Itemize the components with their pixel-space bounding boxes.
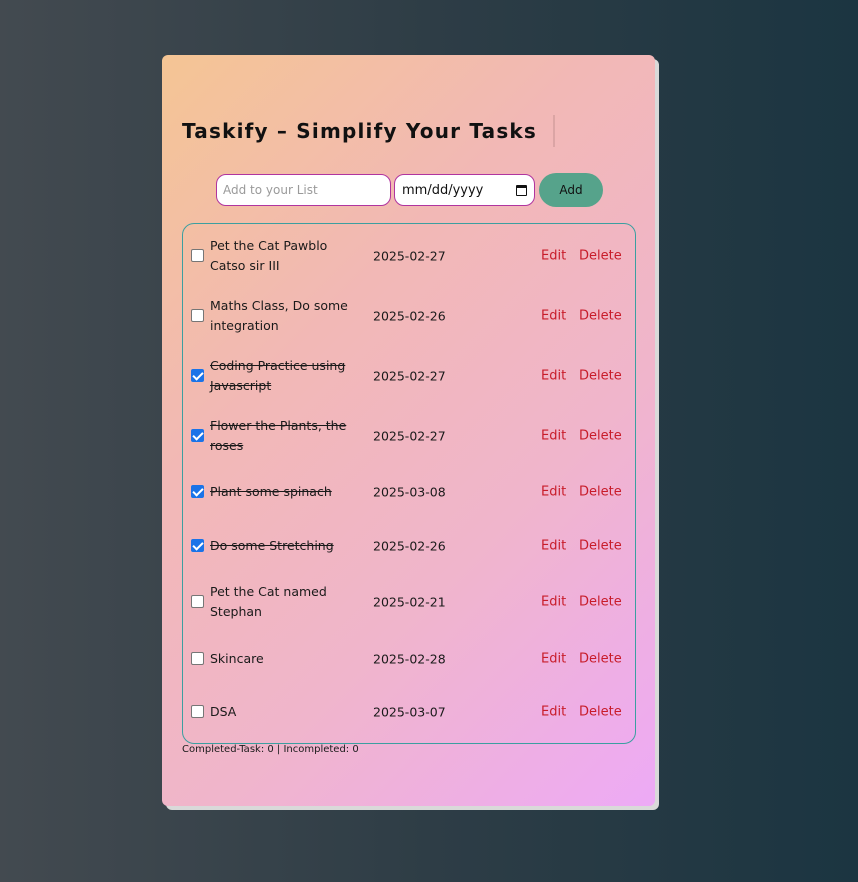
task-date: 2025-02-26 [373,308,446,324]
task-date: 2025-02-27 [373,428,446,444]
task-list: Pet the Cat Pawblo Catso sir III 2025-02… [182,223,636,744]
delete-button[interactable]: Delete [579,652,622,667]
taskify-card: Taskify – Simplify Your Tasks mm/dd/yyyy… [162,55,655,806]
task-text: Do some Stretching [210,538,334,553]
task-row: Pet the Cat Pawblo Catso sir III 2025-02… [183,236,635,276]
task-date: 2025-02-28 [373,651,446,667]
title-divider [553,115,556,147]
task-checkbox[interactable] [191,705,204,718]
edit-button[interactable]: Edit [541,595,566,610]
delete-button[interactable]: Delete [579,539,622,554]
task-row: Do some Stretching 2025-02-26 Edit Delet… [183,526,635,566]
add-task-form: mm/dd/yyyy Add [216,173,603,207]
edit-button[interactable]: Edit [541,485,566,500]
delete-button[interactable]: Delete [579,705,622,720]
task-checkbox[interactable] [191,595,204,608]
edit-button[interactable]: Edit [541,369,566,384]
app-title: Taskify – Simplify Your Tasks [182,119,538,143]
task-row: Pet the Cat named Stephan 2025-02-21 Edi… [183,582,635,622]
edit-button[interactable]: Edit [541,249,566,264]
task-checkbox[interactable] [191,369,204,382]
delete-button[interactable]: Delete [579,369,622,384]
task-date: 2025-03-07 [373,704,446,720]
task-counter: Completed-Task: 0 | Incompleted: 0 [182,744,359,755]
task-text: Flower the Plants, the roses [210,418,347,453]
delete-button[interactable]: Delete [579,429,622,444]
task-text: Pet the Cat Pawblo Catso sir III [210,238,328,273]
task-input[interactable] [216,174,391,206]
task-date: 2025-02-27 [373,248,446,264]
delete-button[interactable]: Delete [579,309,622,324]
add-button[interactable]: Add [539,173,603,207]
task-date: 2025-02-21 [373,594,446,610]
header: Taskify – Simplify Your Tasks [182,115,556,147]
task-checkbox[interactable] [191,249,204,262]
task-row: Plant some spinach 2025-03-08 Edit Delet… [183,472,635,512]
task-row: DSA 2025-03-07 Edit Delete [183,692,635,732]
edit-button[interactable]: Edit [541,429,566,444]
date-input[interactable]: mm/dd/yyyy [394,174,535,206]
task-row: Coding Practice using Javascript 2025-02… [183,356,635,396]
task-checkbox[interactable] [191,429,204,442]
task-date: 2025-02-26 [373,538,446,554]
task-checkbox[interactable] [191,652,204,665]
edit-button[interactable]: Edit [541,309,566,324]
edit-button[interactable]: Edit [541,539,566,554]
task-text: Coding Practice using Javascript [210,358,346,393]
task-text: Plant some spinach [210,484,332,499]
task-date: 2025-02-27 [373,368,446,384]
task-checkbox[interactable] [191,309,204,322]
date-placeholder: mm/dd/yyyy [402,182,484,198]
task-checkbox[interactable] [191,485,204,498]
task-row: Flower the Plants, the roses 2025-02-27 … [183,416,635,456]
task-text: Skincare [210,651,264,666]
edit-button[interactable]: Edit [541,705,566,720]
task-text: Maths Class, Do some integration [210,298,348,333]
task-row: Skincare 2025-02-28 Edit Delete [183,639,635,679]
task-text: DSA [210,704,237,719]
task-text: Pet the Cat named Stephan [210,584,327,619]
delete-button[interactable]: Delete [579,595,622,610]
calendar-icon[interactable] [516,184,527,196]
delete-button[interactable]: Delete [579,485,622,500]
task-checkbox[interactable] [191,539,204,552]
task-row: Maths Class, Do some integration 2025-02… [183,296,635,336]
task-date: 2025-03-08 [373,484,446,500]
delete-button[interactable]: Delete [579,249,622,264]
edit-button[interactable]: Edit [541,652,566,667]
